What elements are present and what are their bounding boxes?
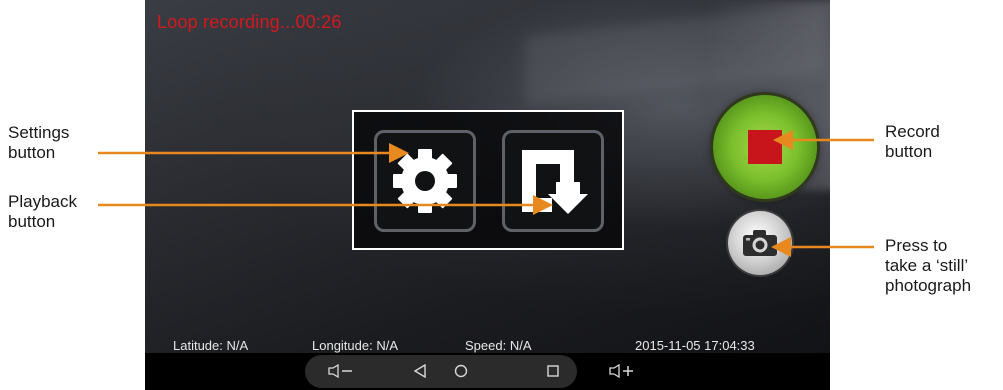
callout-line-text: Record (885, 122, 940, 141)
callout-line-text: button (8, 212, 56, 231)
callout-line-text: take a ‘still’ (885, 256, 969, 275)
callout-line-text: button (8, 143, 56, 162)
playback-callout: Playback button (8, 192, 77, 232)
callout-line-text: button (885, 142, 933, 161)
callout-line-text: photograph (885, 276, 972, 295)
settings-callout: Settings button (8, 123, 69, 163)
callout-line-text: Settings (8, 123, 70, 142)
record-callout: Record button (885, 122, 940, 162)
callout-line-text: Press to (885, 236, 948, 255)
callout-lines (98, 130, 874, 257)
photo-callout: Press to take a ‘still’ photograph (885, 236, 971, 296)
callout-line-text: Playback (8, 192, 77, 211)
